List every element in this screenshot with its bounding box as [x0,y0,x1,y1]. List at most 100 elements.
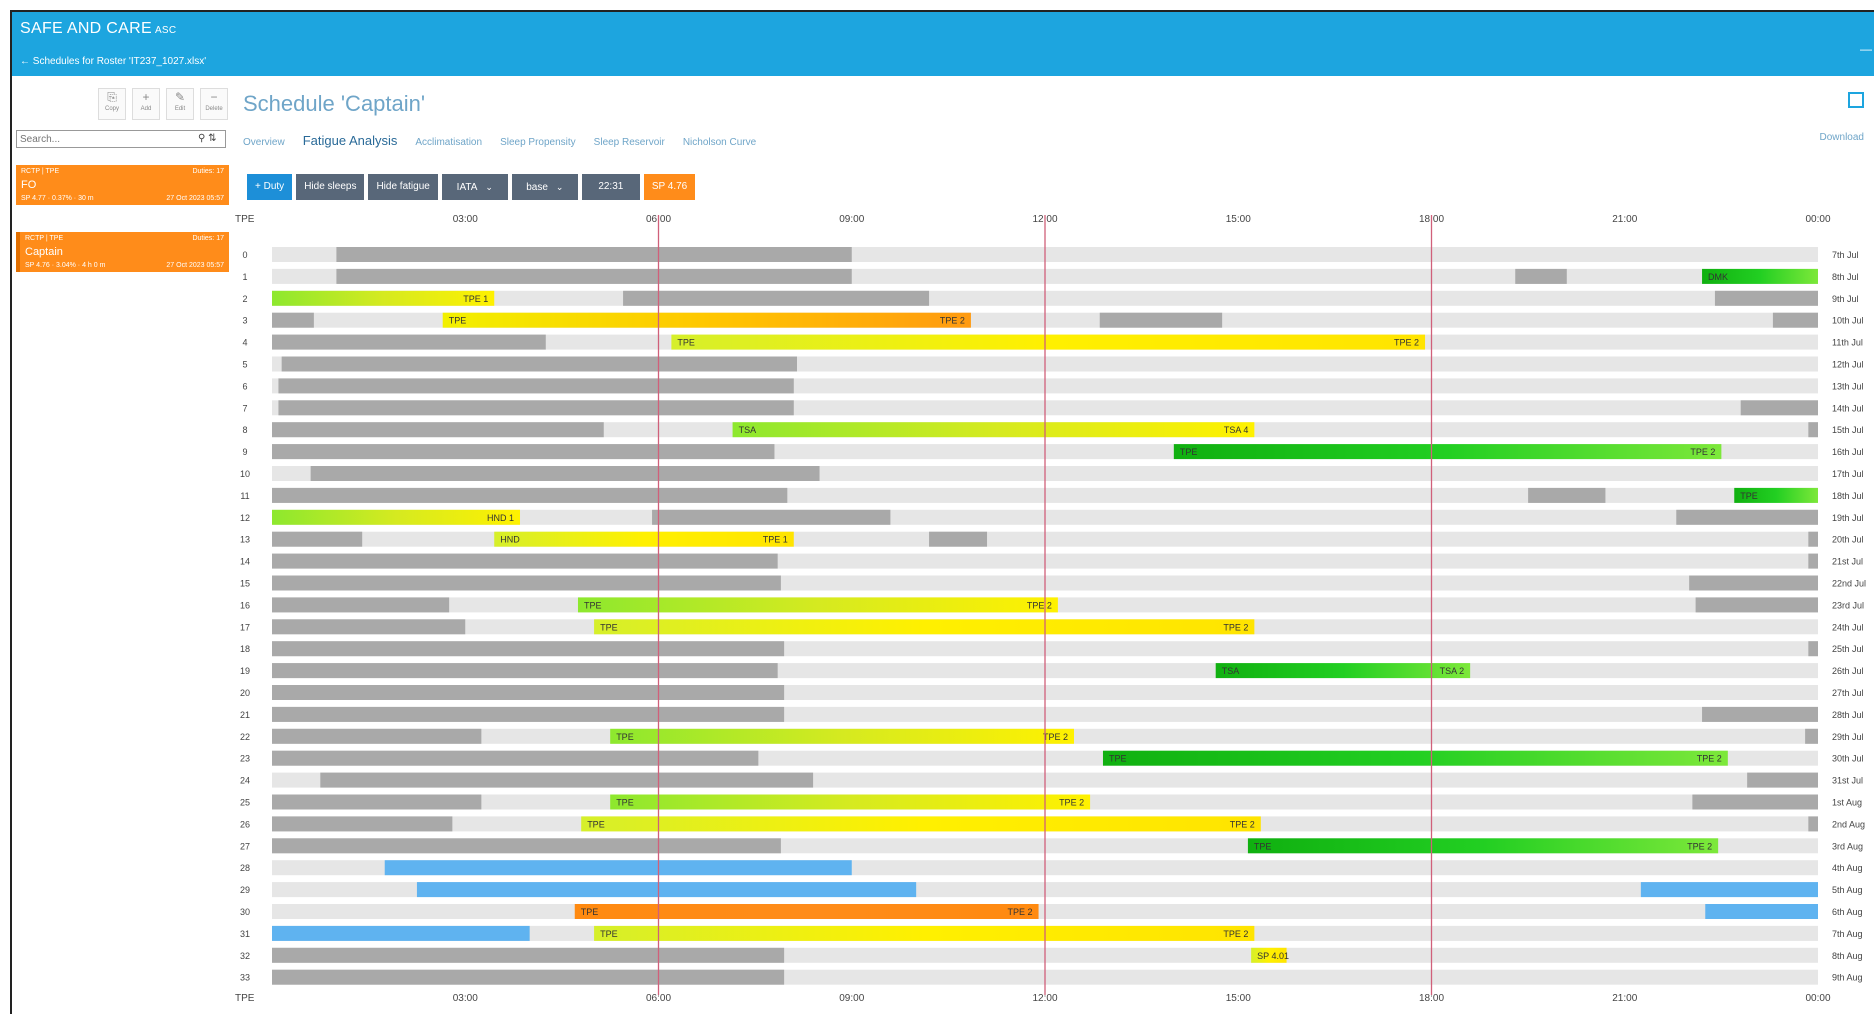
duty-label-start: TPE [677,338,695,348]
row-date: 12th Jul [1832,360,1864,370]
row-number: 29 [240,885,250,895]
row-number: 14 [240,557,250,567]
sleep-bar [272,487,788,503]
duty-label-end: TPE 1 [763,535,788,545]
row-number: 25 [240,798,250,808]
duty-label-start: TPE [1109,754,1127,764]
sleep-bar [1702,706,1818,722]
row-number: 15 [240,579,250,589]
duty-label-start: TPE [1254,841,1272,851]
duty-label-start: TPE [581,907,599,917]
row-number: 13 [240,535,250,545]
sleep-bar [1772,312,1818,328]
duty-bar [610,728,1074,744]
time-tick-label: 15:00 [1226,214,1251,225]
sleep-bar [272,706,785,722]
sleep-bar [320,772,814,788]
sleep-bar [278,378,794,394]
duty-label-end: TPE 2 [1027,600,1052,610]
duty-bar [574,904,1039,919]
duty-label-start: TPE [1740,491,1758,501]
duty-label-start: TPE [584,600,602,610]
duty-bar [577,597,1058,613]
sleep-bar [272,838,781,854]
sleep-bar [272,575,781,591]
row-date: 1st Aug [1832,798,1862,808]
rest-bar [416,882,917,898]
sleep-bar [272,685,785,700]
duty-label-end: TPE 2 [940,316,965,326]
row-number: 5 [242,360,247,370]
rest-bar [1640,882,1818,898]
sleep-bar [929,531,988,547]
duty-label-start: TSA [1222,666,1240,676]
duty-label-start: TPE [616,732,634,742]
rest-bar [384,860,852,876]
sleep-bar [1676,509,1818,525]
time-tick-label: 00:00 [1805,993,1830,1004]
row-date: 17th Jul [1832,469,1864,479]
row-date: 13th Jul [1832,381,1864,391]
row-number: 2 [242,294,247,304]
timezone-label: TPE [235,214,255,225]
duty-label-end: TPE 2 [1223,622,1248,632]
row-date: 5th Aug [1832,885,1863,895]
sleep-bar [1808,816,1818,832]
sleep-bar [272,794,482,810]
sleep-bar [272,553,778,569]
row-number: 31 [240,929,250,939]
row-date: 18th Jul [1832,491,1864,501]
duty-label-end: TPE 1 [463,294,488,304]
time-tick-label: 21:00 [1612,214,1637,225]
row-number: 32 [240,951,250,961]
row-number: 21 [240,710,250,720]
sleep-bar [1808,553,1818,569]
duty-bar [1173,444,1722,460]
row-number: 0 [242,250,247,260]
sleep-bar [1805,728,1818,744]
sleep-bar [272,619,466,635]
sleep-bar [1714,290,1818,306]
row-date: 24th Jul [1832,622,1864,632]
row-number: 30 [240,907,250,917]
duty-bar [581,816,1261,832]
duty-label-start: TPE [616,798,634,808]
sleep-bar [272,597,450,613]
sleep-bar [272,531,363,547]
sleep-bar [272,947,785,963]
row-date: 29th Jul [1832,732,1864,742]
row-date: 30th Jul [1832,754,1864,764]
duty-label-end: TPE 2 [1008,907,1033,917]
sleep-bar [1695,597,1818,613]
row-date: 3rd Aug [1832,841,1863,851]
row-number: 17 [240,622,250,632]
duty-label-end: TSA 2 [1440,666,1465,676]
row-number: 28 [240,863,250,873]
sleep-bar [272,312,314,328]
row-number: 4 [242,338,247,348]
duty-bar [732,422,1255,438]
sleep-bar [272,334,546,350]
sleep-bar [1747,772,1818,788]
duty-bar [272,509,521,525]
sleep-bar [652,509,891,525]
row-date: 26th Jul [1832,666,1864,676]
fatigue-gantt-chart: TPETPE03:0003:0006:0006:0009:0009:0012:0… [235,214,1866,1004]
row-date: 6th Aug [1832,907,1863,917]
duty-label-end: TPE 2 [1697,754,1722,764]
duty-label-end: TPE 2 [1690,447,1715,457]
duty-bar [442,312,971,328]
row-date: 11th Jul [1832,338,1863,348]
duty-bar [272,290,495,306]
sleep-bar [272,444,775,460]
row-number: 16 [240,600,250,610]
row-date: 21st Jul [1832,557,1863,567]
row-date: 4th Aug [1832,863,1863,873]
sleep-bar [1515,268,1567,284]
timezone-label: TPE [235,993,255,1004]
duty-label-end: TPE 2 [1394,338,1419,348]
time-tick-label: 21:00 [1612,993,1637,1004]
duty-label-start: SP 4.01 [1257,951,1289,961]
duty-label-start: TPE [600,929,618,939]
sleep-bar [272,816,453,832]
